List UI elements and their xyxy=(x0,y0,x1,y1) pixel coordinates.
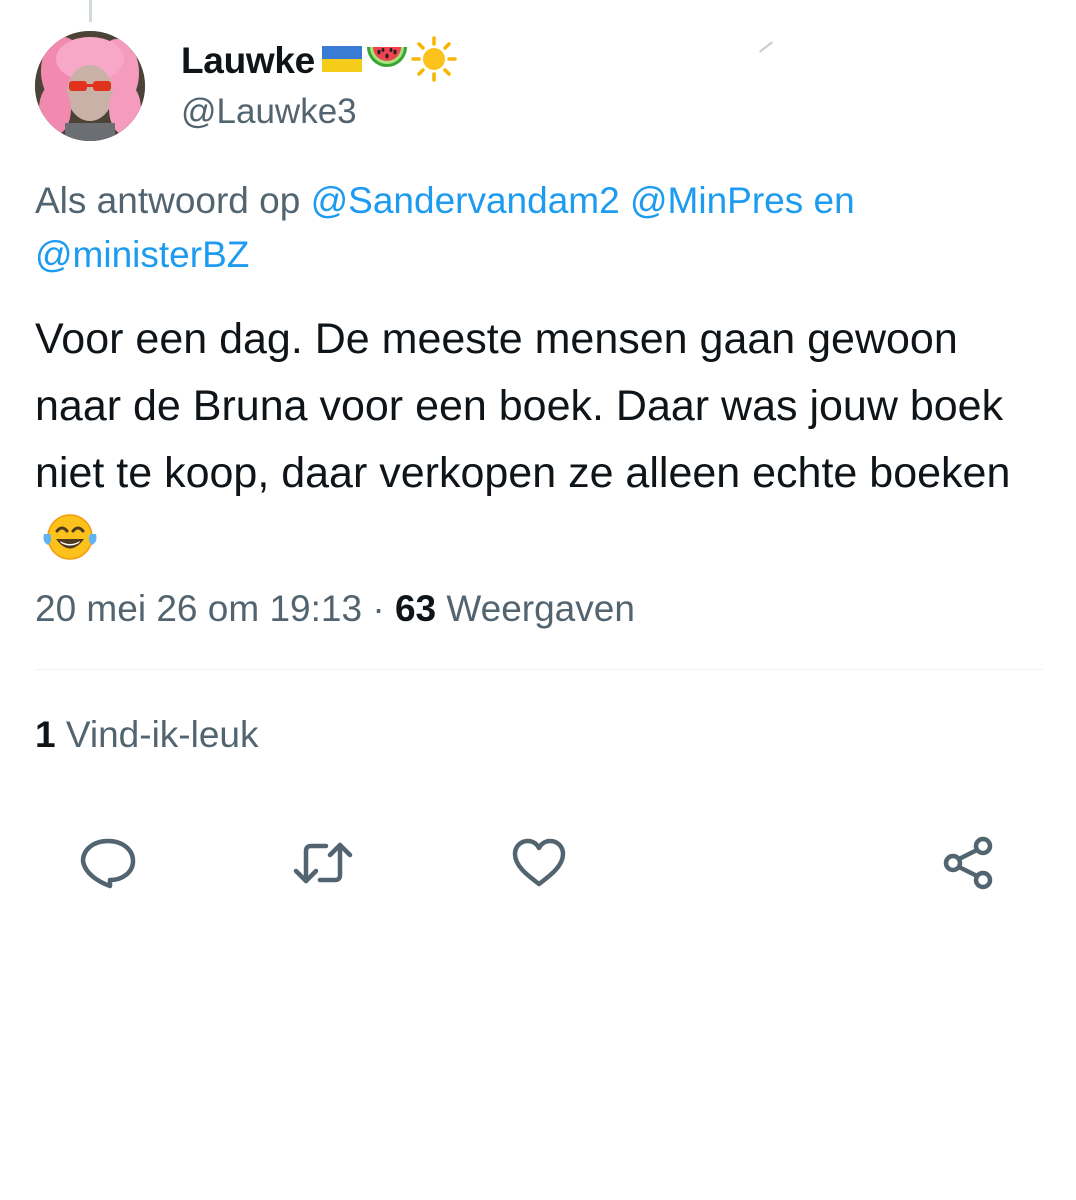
mention-connector[interactable]: en xyxy=(814,180,855,221)
tears-of-joy-icon xyxy=(41,512,99,582)
reply-icon xyxy=(79,837,137,889)
author-display-name[interactable]: Lauwke xyxy=(181,40,315,82)
tweet-body: Voor een dag. De meeste mensen gaan gewo… xyxy=(35,306,1045,582)
tweet-timestamp[interactable]: 20 mei 26 om 19:13 xyxy=(35,588,362,629)
watermelon-icon xyxy=(365,39,409,84)
share-icon xyxy=(939,834,997,892)
heart-icon xyxy=(510,837,568,889)
tweet-text: Voor een dag. De meeste mensen gaan gewo… xyxy=(35,315,1011,497)
author-name-row[interactable]: Lauwke xyxy=(181,35,457,83)
avatar[interactable] xyxy=(35,31,145,141)
share-button[interactable] xyxy=(937,832,999,894)
like-button[interactable] xyxy=(508,832,570,894)
likes-summary[interactable]: 1 Vind-ik-leuk xyxy=(35,714,258,756)
divider xyxy=(35,669,1043,670)
meta-separator: · xyxy=(372,588,385,629)
author-handle[interactable]: @Lauwke3 xyxy=(181,92,357,132)
views-count: 63 xyxy=(394,588,437,629)
reply-button[interactable] xyxy=(77,832,139,894)
likes-count[interactable]: 1 xyxy=(35,714,56,755)
thread-connector-line xyxy=(89,0,92,22)
retweet-button[interactable] xyxy=(292,832,354,894)
author-name-emojis xyxy=(321,35,457,87)
likes-label[interactable]: Vind-ik-leuk xyxy=(66,714,259,755)
reply-context: Als antwoord op @Sandervandam2 @MinPres … xyxy=(35,174,1045,282)
views-label: Weergaven xyxy=(446,588,635,629)
mention-link[interactable]: @ministerBZ xyxy=(35,234,249,275)
sun-icon xyxy=(411,35,457,87)
stray-mark xyxy=(759,41,773,53)
reply-prefix: Als antwoord op xyxy=(35,180,301,221)
retweet-icon xyxy=(292,837,354,889)
tweet-meta: 20 mei 26 om 19:13 · 63 Weergaven xyxy=(35,588,635,630)
mention-link[interactable]: @Sandervandam2 xyxy=(311,180,620,221)
ukraine-flag-icon xyxy=(321,44,363,79)
mention-link[interactable]: @MinPres xyxy=(630,180,803,221)
